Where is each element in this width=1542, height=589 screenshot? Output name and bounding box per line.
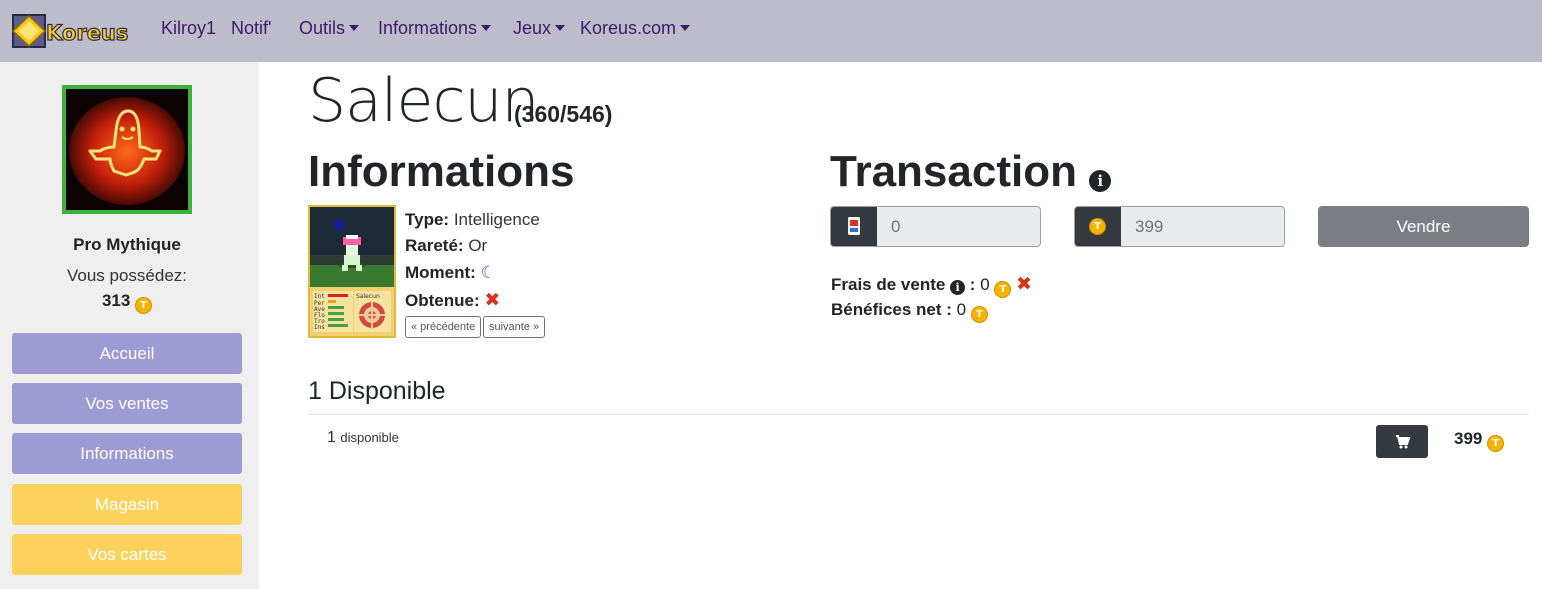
nav-label: Outils <box>299 18 346 38</box>
caret-down-icon <box>680 25 691 31</box>
nav-label: Notif' <box>231 18 272 38</box>
coin-icon: T <box>994 281 1012 298</box>
nav-jeux-dropdown[interactable]: Jeux <box>513 18 566 39</box>
available-heading: 1 Disponible <box>308 377 446 405</box>
available-row: 1 disponible <box>327 429 399 447</box>
caret-down-icon <box>481 25 492 31</box>
next-card-button[interactable]: suivante » <box>483 316 546 338</box>
nav-user-kilroy1[interactable]: Kilroy1 <box>161 18 216 39</box>
transaction-heading-text: Transaction <box>830 147 1077 196</box>
prop-value: Intelligence <box>453 210 540 229</box>
sidebar-vos-cartes-button[interactable]: Vos cartes <box>12 534 242 575</box>
nav-label: Kilroy1 <box>161 18 217 38</box>
coin-icon: T <box>1089 218 1106 235</box>
koreus-logo[interactable]: Koreus <box>11 13 136 49</box>
price-input-group: T 399 <box>1074 206 1285 247</box>
coin-icon: T <box>970 306 988 323</box>
net-profit: Bénéfices net : 0 T <box>831 300 988 323</box>
card-rarity: Rareté: Or <box>405 236 487 256</box>
svg-text:Ins: Ins <box>314 324 325 331</box>
nav-notif[interactable]: Notif' <box>231 18 271 39</box>
cross-icon: ✖ <box>1016 274 1033 295</box>
net-value: 0 <box>956 300 967 319</box>
prop-value: Or <box>468 236 488 255</box>
fees-value: 0 <box>980 275 990 294</box>
svg-text:Int: Int <box>314 293 325 300</box>
card-count: (360/546) <box>514 101 613 127</box>
prop-label: Moment: <box>405 263 476 282</box>
nav-informations-dropdown[interactable]: Informations <box>378 18 492 39</box>
card-icon <box>831 207 877 246</box>
nav-koreus-com-dropdown[interactable]: Koreus.com <box>580 18 691 39</box>
coin-icon: T <box>135 297 153 314</box>
cart-icon <box>1396 435 1411 449</box>
sidebar-accueil-button[interactable]: Accueil <box>12 333 242 374</box>
price-input[interactable]: 399 <box>1135 217 1163 237</box>
prop-label: Obtenue: <box>405 291 480 310</box>
card-moment: Moment: ☾ <box>405 263 496 283</box>
previous-card-button[interactable]: « précédente <box>405 316 482 338</box>
card-type: Type: Intelligence <box>405 210 540 230</box>
coin-icon: T <box>1487 435 1505 452</box>
card-image[interactable]: Int Per Ave Flo Tro Ins Salecun <box>308 205 396 338</box>
owned-value: 313 <box>101 291 131 310</box>
nav-outils-dropdown[interactable]: Outils <box>299 18 360 39</box>
fees-colon: : <box>969 275 976 294</box>
caret-down-icon <box>555 25 566 31</box>
card-name-title: Salecun <box>308 66 539 136</box>
nav-label: Jeux <box>513 18 552 38</box>
moon-icon: ☾ <box>480 263 496 282</box>
listing-price: 399 T <box>1454 429 1505 452</box>
card-obtained: Obtenue: ✖ <box>405 289 500 312</box>
net-label: Bénéfices net : <box>831 300 952 319</box>
quantity-input[interactable]: 0 <box>891 217 900 237</box>
listing-price-value: 399 <box>1454 429 1483 448</box>
nav-label: Koreus.com <box>580 18 677 38</box>
info-circle-icon[interactable]: i <box>1089 170 1112 192</box>
available-label: disponible <box>340 430 399 445</box>
sale-fees: Frais de vente i : 0 T ✖ <box>831 273 1032 298</box>
owned-balance: 313 T <box>0 291 254 314</box>
cross-icon: ✖ <box>484 290 501 311</box>
buy-cart-button[interactable] <box>1376 425 1428 458</box>
sidebar-vos-ventes-button[interactable]: Vos ventes <box>12 383 242 424</box>
sidebar-magasin-button[interactable]: Magasin <box>12 484 242 525</box>
divider <box>308 414 1529 415</box>
svg-text:Koreus: Koreus <box>46 21 128 45</box>
user-rank: Pro Mythique <box>73 235 181 254</box>
nav-label: Informations <box>378 18 478 38</box>
prop-label: Type: <box>405 210 450 229</box>
top-navbar: Koreus Kilroy1 Notif' Outils Information… <box>0 0 1542 62</box>
caret-down-icon <box>349 25 360 31</box>
avatar[interactable] <box>62 85 192 214</box>
transaction-heading: Transaction i <box>830 147 1112 197</box>
coin-addon: T <box>1075 207 1121 246</box>
sidebar-informations-button[interactable]: Informations <box>12 433 242 474</box>
informations-heading: Informations <box>308 147 575 196</box>
quantity-input-group: 0 <box>830 206 1041 247</box>
owned-label: Vous possédez: <box>66 266 188 285</box>
info-circle-icon[interactable]: i <box>950 280 966 295</box>
svg-text:Salecun: Salecun <box>356 293 380 300</box>
available-count: 1 <box>327 429 336 446</box>
sell-button[interactable]: Vendre <box>1318 206 1529 247</box>
prop-label: Rareté: <box>405 236 464 255</box>
fees-label: Frais de vente <box>831 275 946 294</box>
sidebar: Pro Mythique Vous possédez: 313 T Accuei… <box>0 62 259 589</box>
